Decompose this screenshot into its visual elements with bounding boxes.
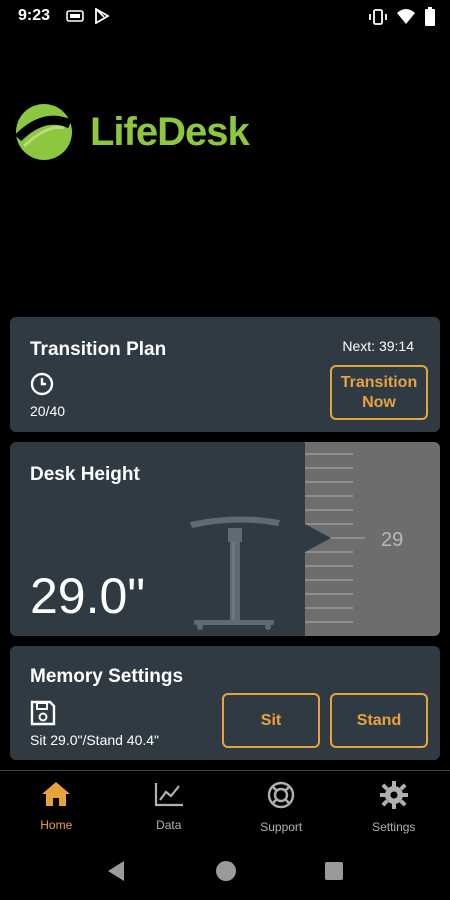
transition-now-label-line2: Now	[362, 393, 396, 411]
nav-label-home: Home	[40, 818, 73, 832]
ruler-pointer-icon	[305, 524, 331, 557]
desk-height-card: Desk Height 29.0" 29	[10, 442, 440, 636]
save-icon	[30, 700, 56, 731]
next-transition-timer: Next: 39:14	[342, 338, 414, 354]
back-icon[interactable]	[106, 860, 126, 887]
play-store-icon	[94, 7, 110, 29]
chart-icon	[154, 781, 184, 812]
system-nav-bar	[0, 843, 450, 900]
home-icon	[41, 781, 71, 812]
wifi-icon	[396, 8, 416, 31]
stand-button[interactable]: Stand	[330, 693, 428, 748]
memory-summary: Sit 29.0"/Stand 40.4"	[30, 732, 160, 748]
lifedesk-logo: LifeDesk	[14, 102, 284, 162]
transition-now-label-line1: Transition	[340, 373, 418, 391]
transition-progress: 20/40	[30, 403, 66, 419]
memory-settings-title: Memory Settings	[30, 666, 184, 687]
clock-icon	[30, 372, 54, 401]
battery-icon	[424, 7, 436, 32]
lifedesk-logo-mark-icon	[14, 104, 72, 160]
nav-label-settings: Settings	[372, 820, 416, 834]
transition-now-button[interactable]: Transition Now	[330, 365, 428, 420]
gear-icon	[379, 781, 409, 814]
nav-item-home[interactable]: Home	[0, 771, 113, 841]
transition-plan-card: Transition Plan Next: 39:14 20/40 Transi…	[10, 317, 440, 432]
nav-item-settings[interactable]: Settings	[338, 771, 450, 841]
desk-height-value: 29.0"	[30, 568, 146, 624]
lifebuoy-icon	[266, 781, 296, 814]
desk-height-title: Desk Height	[30, 464, 140, 485]
ruler-current-value: 29	[381, 529, 404, 551]
nav-item-data[interactable]: Data	[113, 771, 226, 841]
brand-name: LifeDesk	[90, 110, 250, 154]
nav-label-support: Support	[260, 820, 303, 834]
sit-button[interactable]: Sit	[222, 693, 320, 748]
memory-settings-card: Memory Settings Sit 29.0"/Stand 40.4" Si…	[10, 646, 440, 760]
status-bar: 9:23	[0, 0, 450, 34]
vibrate-icon	[368, 8, 388, 31]
sim-card-icon	[66, 8, 84, 29]
bottom-nav: Home Data Support Settings	[0, 771, 450, 841]
nav-item-support[interactable]: Support	[225, 771, 338, 841]
standing-desk-icon	[188, 514, 284, 636]
home-circle-icon[interactable]	[214, 859, 238, 888]
status-time: 9:23	[18, 7, 51, 24]
recents-icon[interactable]	[324, 861, 344, 886]
transition-plan-title: Transition Plan	[30, 339, 167, 360]
nav-label-data: Data	[156, 818, 182, 832]
